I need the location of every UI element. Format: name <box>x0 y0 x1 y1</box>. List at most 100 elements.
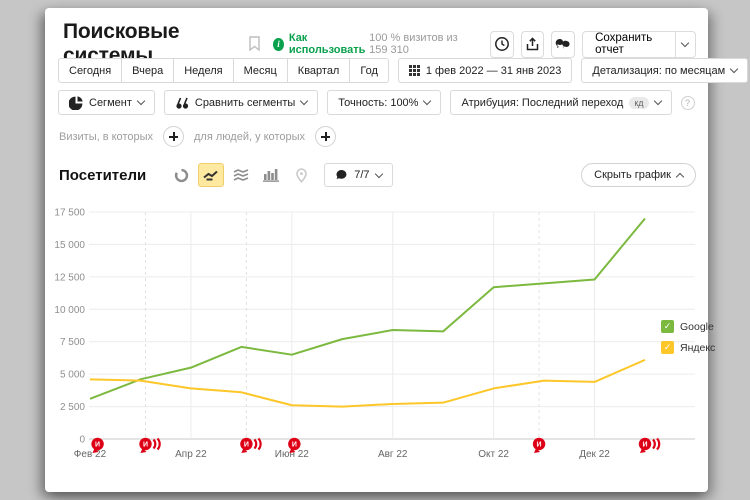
y-axis-tick-label: 12 500 <box>54 272 85 283</box>
note-marker[interactable]: И <box>240 438 260 453</box>
line-chart-type-button[interactable] <box>198 163 224 187</box>
compare-segments-label: Сравнить сегменты <box>195 97 295 109</box>
add-people-condition-button[interactable] <box>315 126 336 147</box>
desktop-background: { "ui": { "question_mark": "?", "check_g… <box>0 0 750 500</box>
period-year-button[interactable]: Год <box>349 58 389 83</box>
chevron-down-icon <box>423 97 431 105</box>
period-filter-row: Сегодня Вчера Неделя Месяц Квартал Год 1… <box>58 58 750 83</box>
legend-label: Google <box>680 321 714 333</box>
clock-icon <box>494 36 510 52</box>
note-marker-letter: И <box>642 442 647 449</box>
hide-chart-button[interactable]: Скрыть график <box>581 163 696 187</box>
help-question-icon[interactable]: ? <box>681 96 695 110</box>
period-quarter-button[interactable]: Квартал <box>287 58 351 83</box>
note-marker-letter: И <box>244 442 249 449</box>
chevron-down-icon <box>137 97 145 105</box>
columns-chart-type-button[interactable] <box>258 163 284 187</box>
bookmark-icon[interactable] <box>248 36 261 52</box>
legend-label: Яндекс <box>680 342 715 354</box>
info-icon: i <box>273 38 284 51</box>
goals-dropdown[interactable]: 7/7 <box>324 163 392 187</box>
x-axis-tick-label: Фев 22 <box>74 449 107 460</box>
compare-segments-icon <box>175 96 189 110</box>
legend-checkbox[interactable]: ✓ <box>661 341 674 354</box>
metric-title: Посетители <box>59 167 146 184</box>
note-marker[interactable]: И <box>639 438 659 453</box>
legend-checkbox[interactable]: ✓ <box>661 320 674 333</box>
how-to-use-link[interactable]: i Как использовать <box>273 32 369 56</box>
y-axis-tick-label: 17 500 <box>54 208 85 219</box>
note-marker-letter: И <box>143 442 148 449</box>
detail-dropdown[interactable]: Детализация: по месяцам <box>581 58 748 83</box>
y-axis-tick-label: 15 000 <box>54 240 85 251</box>
people-condition-label: для людей, у которых <box>194 131 305 143</box>
comments-icon <box>555 36 571 52</box>
x-axis-tick-label: Дек 22 <box>579 449 610 460</box>
hide-chart-label: Скрыть график <box>594 169 671 181</box>
accuracy-dropdown[interactable]: Точность: 100% <box>327 90 441 115</box>
compare-segments-dropdown[interactable]: Сравнить сегменты <box>164 90 318 115</box>
pie-chart-type-button[interactable] <box>168 163 194 187</box>
segment-label: Сегмент <box>89 97 132 109</box>
period-today-button[interactable]: Сегодня <box>58 58 122 83</box>
note-marker-letter: И <box>292 442 297 449</box>
stacked-lines-icon <box>233 168 249 182</box>
period-button-group: Сегодня Вчера Неделя Месяц Квартал Год <box>58 58 389 83</box>
series-line-яндекс[interactable] <box>90 360 645 407</box>
attribution-dropdown[interactable]: Атрибуция: Последний переход кд <box>450 90 671 115</box>
period-yesterday-button[interactable]: Вчера <box>121 58 174 83</box>
chevron-down-icon <box>374 169 382 177</box>
y-axis-tick-label: 10 000 <box>54 305 85 316</box>
stacked-chart-type-button[interactable] <box>228 163 254 187</box>
attribution-badge: кд <box>629 97 648 109</box>
detail-label: Детализация: по месяцам <box>592 65 725 77</box>
map-pin-icon <box>295 168 308 183</box>
legend-item-google[interactable]: ✓ Google <box>661 320 715 333</box>
calendar-grid-icon <box>409 65 420 76</box>
visits-condition-label: Визиты, в которых <box>59 131 153 143</box>
visits-summary: 100 % визитов из 159 310 <box>369 32 475 56</box>
save-report-menu-button[interactable] <box>675 32 695 57</box>
visitors-line-chart[interactable]: 02 5005 0007 50010 00012 50015 00017 500… <box>45 198 708 478</box>
chevron-down-icon <box>681 38 689 46</box>
columns-chart-icon <box>263 168 279 182</box>
chevron-up-icon <box>676 172 684 180</box>
export-button[interactable] <box>521 31 545 58</box>
map-chart-type-button[interactable] <box>288 163 314 187</box>
accuracy-label: Точность: 100% <box>338 97 418 109</box>
how-to-use-label: Как использовать <box>289 32 369 56</box>
note-marker[interactable]: И <box>139 438 159 453</box>
series-line-google[interactable] <box>90 218 645 398</box>
save-report-button[interactable]: Сохранить отчет <box>583 32 675 57</box>
attribution-label: Атрибуция: Последний переход <box>461 97 623 109</box>
date-range-label: 1 фев 2022 — 31 янв 2023 <box>426 65 562 77</box>
x-axis-tick-label: Авг 22 <box>378 449 408 460</box>
note-marker[interactable]: И <box>533 438 545 453</box>
chevron-down-icon <box>653 97 661 105</box>
chart-canvas[interactable]: 02 5005 0007 50010 00012 50015 00017 500… <box>45 198 708 478</box>
add-visit-condition-button[interactable] <box>163 126 184 147</box>
goals-count-label: 7/7 <box>354 169 369 181</box>
legend-item-яндекс[interactable]: ✓ Яндекс <box>661 341 715 354</box>
note-marker-letter: И <box>537 442 542 449</box>
y-axis-tick-label: 0 <box>79 435 85 446</box>
pie-chart-icon <box>174 168 189 183</box>
date-range-button[interactable]: 1 фев 2022 — 31 янв 2023 <box>398 58 573 83</box>
segment-dropdown[interactable]: Сегмент <box>58 90 155 115</box>
chevron-down-icon <box>730 65 738 73</box>
history-button[interactable] <box>490 31 514 58</box>
period-month-button[interactable]: Месяц <box>233 58 288 83</box>
segment-pie-icon <box>69 96 83 110</box>
segment-filter-row: Сегмент Сравнить сегменты Точность: 100%… <box>58 90 695 115</box>
export-icon <box>525 36 540 52</box>
y-axis-tick-label: 2 500 <box>60 402 85 413</box>
y-axis-tick-label: 5 000 <box>60 370 85 381</box>
conditions-row: Визиты, в которых для людей, у которых <box>59 126 336 147</box>
note-marker-letter: И <box>95 442 100 449</box>
save-report-split-button: Сохранить отчет <box>582 31 696 58</box>
chart-toolbar: Посетители 7/7 Скрыть график <box>59 163 696 187</box>
line-chart-icon <box>203 168 219 182</box>
period-week-button[interactable]: Неделя <box>173 58 233 83</box>
metrica-report-page: Поисковые системы i Как использовать 100… <box>45 8 708 492</box>
comments-button[interactable] <box>551 31 575 58</box>
